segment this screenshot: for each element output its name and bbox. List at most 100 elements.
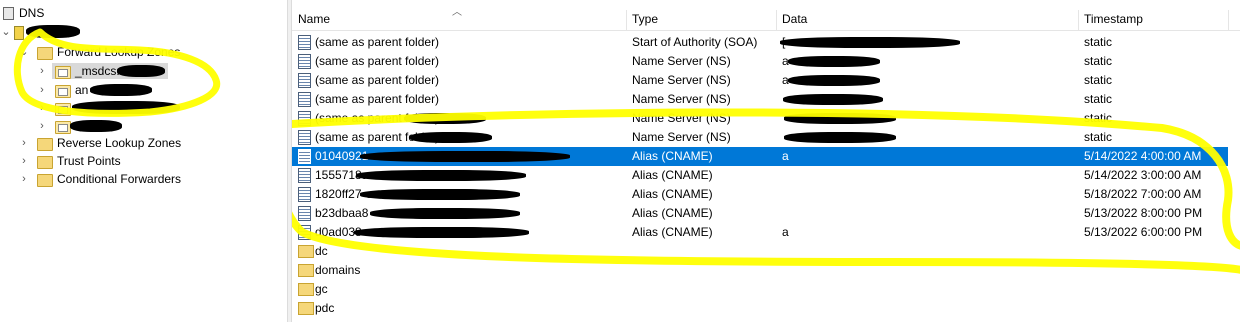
- column-header-name[interactable]: Name ︿: [292, 7, 626, 30]
- tree-node-reverse-lookup-zones[interactable]: › Reverse Lookup Zones: [0, 134, 280, 152]
- folder-icon: [298, 264, 314, 277]
- cell-timestamp: static: [1084, 35, 1113, 49]
- tree-node-msdcs[interactable]: › _msdcs.: [0, 62, 280, 80]
- column-header-label: Type: [632, 12, 659, 26]
- column-header-type[interactable]: Type: [626, 8, 776, 30]
- redaction-mark: [788, 75, 881, 86]
- tree-node-zone-redacted[interactable]: ›: [0, 99, 280, 117]
- cell-name: gc: [315, 282, 328, 296]
- zone-icon: [55, 66, 71, 79]
- folder-row[interactable]: gc: [292, 280, 1228, 299]
- cell-type: Alias (CNAME): [632, 149, 713, 163]
- cell-timestamp: static: [1084, 54, 1113, 68]
- record-row[interactable]: (same as parent folder) Name Server (NS) s…: [292, 109, 1228, 128]
- zone-icon: [55, 121, 71, 134]
- cell-type: Name Server (NS): [632, 111, 731, 125]
- folder-icon: [37, 47, 53, 60]
- tree-label: Trust Points: [57, 154, 121, 168]
- column-header-label: Timestamp: [1084, 12, 1143, 26]
- zone-icon: [55, 103, 71, 116]
- cell-type: Alias (CNAME): [632, 206, 713, 220]
- record-row[interactable]: (same as parent folder) Name Server (NS) s…: [292, 90, 1228, 109]
- chevron-right-icon[interactable]: ›: [18, 170, 30, 188]
- server-icon: [14, 26, 24, 40]
- redaction-mark: [410, 132, 492, 143]
- cell-type: Alias (CNAME): [632, 168, 713, 182]
- tree-node-trust-points[interactable]: › Trust Points: [0, 152, 280, 170]
- cell-type: Alias (CNAME): [632, 225, 713, 239]
- record-row[interactable]: 1820ff27-e Alias (CNAME) 5/18/2022 7:00:00…: [292, 185, 1228, 204]
- record-row[interactable]: d0ad038 Alias (CNAME) a 5/13/2022 6:00:00 P…: [292, 223, 1228, 242]
- dns-server-icon: [3, 7, 14, 20]
- redaction-mark: [70, 120, 122, 132]
- tree-label: DNS: [19, 6, 45, 20]
- cell-name: (same as parent folder): [315, 73, 440, 87]
- record-row[interactable]: (same as parent folder) Name Server (NS) a…: [292, 52, 1228, 71]
- record-icon: [298, 54, 311, 69]
- folder-icon: [37, 156, 53, 169]
- chevron-right-icon[interactable]: ›: [36, 99, 48, 117]
- tree-node-dns[interactable]: DNS: [0, 4, 280, 22]
- column-header-timestamp[interactable]: Timestamp: [1078, 8, 1228, 30]
- chevron-right-icon[interactable]: ›: [18, 134, 30, 152]
- folder-row[interactable]: dc: [292, 242, 1228, 261]
- folder-row[interactable]: pdc: [292, 299, 1228, 318]
- record-icon: [298, 73, 311, 88]
- tree-node-forward-lookup-zones[interactable]: ⌄ Forward Lookup Zones: [0, 43, 280, 61]
- zone-icon: [55, 85, 71, 98]
- cell-name: (same as parent folder): [315, 35, 440, 49]
- folder-row[interactable]: domains: [292, 261, 1228, 280]
- record-row[interactable]: (same as parent folder) Name Server (NS) s…: [292, 128, 1228, 147]
- chevron-right-icon[interactable]: ›: [36, 81, 48, 99]
- record-row[interactable]: (same as parent folder) Start of Authorit…: [292, 33, 1228, 52]
- record-row[interactable]: 1555718a Alias (CNAME) 5/14/2022 3:00:00 A…: [292, 166, 1228, 185]
- record-icon: [298, 187, 311, 202]
- chevron-right-icon[interactable]: ›: [36, 62, 48, 80]
- cell-timestamp: static: [1084, 73, 1113, 87]
- folder-icon: [298, 283, 314, 296]
- tree-label: Conditional Forwarders: [57, 172, 182, 186]
- cell-timestamp: static: [1084, 111, 1113, 125]
- cell-timestamp: 5/18/2022 7:00:00 AM: [1084, 187, 1202, 201]
- tree-node-conditional-forwarders[interactable]: › Conditional Forwarders: [0, 170, 280, 188]
- chevron-down-icon[interactable]: ⌄: [0, 23, 12, 41]
- column-header-label: Name: [298, 12, 331, 26]
- record-icon: [298, 111, 311, 126]
- chevron-right-icon[interactable]: ›: [18, 152, 30, 170]
- redaction-mark: [788, 56, 881, 67]
- tree-node-zone-an[interactable]: › an: [0, 81, 280, 99]
- cell-timestamp: 5/13/2022 8:00:00 PM: [1084, 206, 1203, 220]
- redaction-mark: [783, 113, 896, 124]
- column-separator[interactable]: [1228, 10, 1229, 30]
- redaction-mark: [412, 189, 498, 200]
- tree-node-zone-redacted[interactable]: ›: [0, 117, 280, 135]
- column-header-data[interactable]: Data: [776, 8, 1078, 30]
- redaction-mark: [410, 227, 504, 238]
- folder-icon: [298, 302, 314, 315]
- chevron-down-icon[interactable]: ⌄: [18, 43, 30, 61]
- cell-data: a: [782, 149, 789, 163]
- redaction-mark: [394, 208, 480, 219]
- record-row[interactable]: (same as parent folder) Name Server (NS) a…: [292, 71, 1228, 90]
- cell-type: Alias (CNAME): [632, 187, 713, 201]
- cell-type: Name Server (NS): [632, 92, 731, 106]
- folder-icon: [37, 174, 53, 187]
- tree-label: _msdcs.: [75, 64, 120, 78]
- tree-node-server[interactable]: ⌄: [0, 23, 280, 41]
- chevron-right-icon[interactable]: ›: [36, 117, 48, 135]
- folder-icon: [37, 138, 53, 151]
- record-row[interactable]: 01040921- Alias (CNAME) a 5/14/2022 4:00:00…: [292, 147, 1228, 166]
- record-icon: [298, 225, 311, 240]
- record-row[interactable]: b23dbaa8 Alias (CNAME) 5/13/2022 8:00:00 P…: [292, 204, 1228, 223]
- redaction-mark: [780, 37, 960, 48]
- redaction-mark: [72, 101, 180, 114]
- redaction-mark: [26, 25, 80, 38]
- column-header-bar: Name ︿ Type Data Timestamp: [292, 7, 1240, 31]
- tree-label: an: [75, 83, 89, 97]
- cell-name: pdc: [315, 301, 335, 315]
- redaction-mark: [426, 151, 536, 162]
- cell-timestamp: static: [1084, 130, 1113, 144]
- redaction-mark: [404, 113, 486, 124]
- cell-type: Name Server (NS): [632, 73, 731, 87]
- record-icon: [298, 168, 311, 183]
